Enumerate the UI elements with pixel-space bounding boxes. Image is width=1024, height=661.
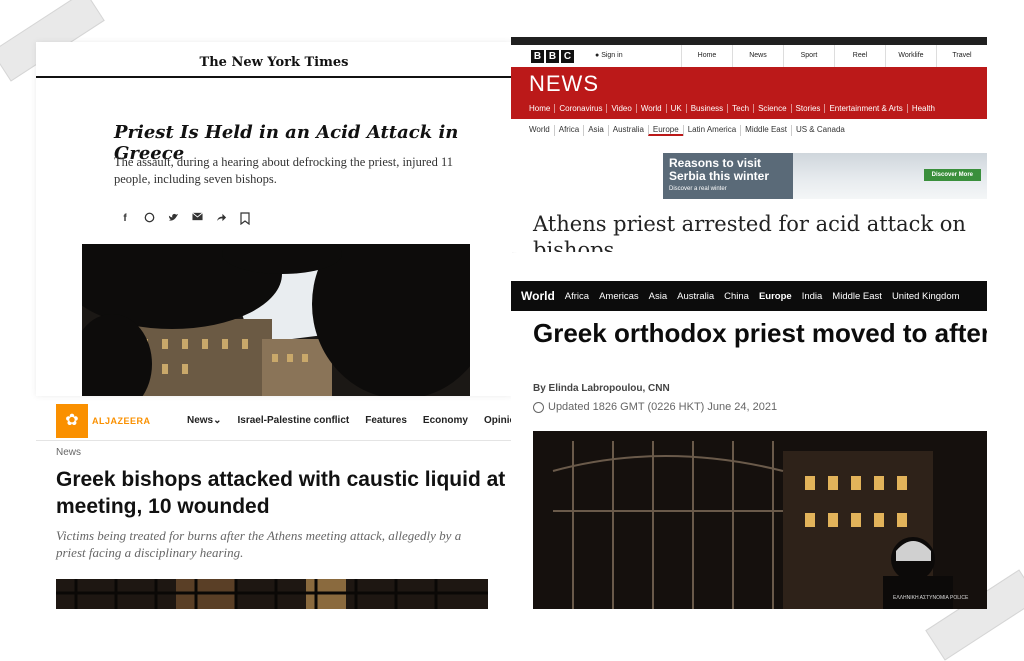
share-icon[interactable] <box>214 212 228 226</box>
bbc-region-item[interactable]: Middle East <box>740 125 791 136</box>
bbc-top-nav-item[interactable]: Worklife <box>885 45 936 67</box>
cnn-nav-item[interactable]: Middle East <box>832 291 882 302</box>
bbc-sign-in-label: Sign in <box>601 52 623 59</box>
aljazeera-nav-item[interactable]: Features <box>365 415 407 426</box>
bbc-logo-block: C <box>561 50 574 63</box>
bbc-top-nav-item[interactable]: Travel <box>936 45 987 67</box>
advert-title: Reasons to visit Serbia this winter <box>669 156 770 183</box>
cnn-section-nav: World Africa Americas Asia Australia Chi… <box>511 281 987 311</box>
bbc-top-nav-item[interactable]: Home <box>681 45 732 67</box>
advert-subtitle: Discover a real winter <box>669 186 727 192</box>
nyt-share-bar: f <box>118 212 252 226</box>
cnn-article-panel: World Africa Americas Asia Australia Chi… <box>511 253 987 609</box>
aljazeera-article-photo <box>56 579 488 609</box>
bbc-nav-item[interactable]: UK <box>665 104 686 113</box>
divider <box>36 440 512 441</box>
cnn-updated-timestamp: Updated 1826 GMT (0226 HKT) June 24, 202… <box>533 401 777 413</box>
cnn-nav-item-active[interactable]: Europe <box>759 291 792 302</box>
user-icon: ● <box>595 52 600 59</box>
bbc-nav-item[interactable]: Home <box>529 104 554 113</box>
aljazeera-summary: Victims being treated for burns after th… <box>56 528 462 560</box>
cnn-nav-item[interactable]: United Kingdom <box>892 291 960 302</box>
bbc-top-nav: Home News Sport Reel Worklife Travel <box>681 45 987 67</box>
bbc-nav-item[interactable]: Science <box>753 104 790 113</box>
bbc-sign-in[interactable]: ● Sign in <box>595 52 623 59</box>
cnn-nav-world[interactable]: World <box>521 289 555 303</box>
nyt-article-panel: The New York Times Priest Is Held in an … <box>36 42 512 396</box>
bbc-region-item[interactable]: World <box>529 125 554 136</box>
cnn-article-photo: ΕΛΛΗΝΙΚΗ ΑΣΤΥΝΟΜΙΑ POLICE <box>533 431 987 609</box>
bbc-news-banner: NEWS Home Coronavirus Video World UK Bus… <box>511 67 987 119</box>
bbc-article-panel: B B C ● Sign in Home News Sport Reel Wor… <box>511 37 987 252</box>
aljazeera-nav: News⌄ Israel-Palestine conflict Features… <box>187 415 512 426</box>
email-icon[interactable] <box>190 212 204 226</box>
police-vest-label: ΕΛΛΗΝΙΚΗ ΑΣΤΥΝΟΜΙΑ POLICE <box>893 595 969 601</box>
bbc-nav-item[interactable]: Entertainment & Arts <box>824 104 906 113</box>
bbc-nav-item[interactable]: Health <box>906 104 939 113</box>
aljazeera-nav-item[interactable]: Israel-Palestine conflict <box>238 415 350 426</box>
cnn-nav-item[interactable]: Asia <box>649 291 667 302</box>
facebook-icon[interactable]: f <box>118 212 132 226</box>
bbc-top-strip <box>511 37 987 45</box>
bbc-region-item-active[interactable]: Europe <box>647 125 683 136</box>
aljazeera-brand[interactable]: ALJAZEERA <box>92 416 151 426</box>
bbc-region-nav: World Africa Asia Australia Europe Latin… <box>529 125 849 136</box>
bbc-top-nav-item[interactable]: Sport <box>783 45 834 67</box>
aljazeera-nav-item[interactable]: Economy <box>423 415 468 426</box>
chevron-down-icon: ⌄ <box>213 415 222 426</box>
bbc-nav-item[interactable]: Coronavirus <box>554 104 606 113</box>
aljazeera-logo-icon[interactable]: ✿ <box>56 404 88 438</box>
bbc-nav-item[interactable]: World <box>635 104 666 113</box>
cnn-nav-item[interactable]: India <box>802 291 823 302</box>
aljazeera-article-panel: ✿ ALJAZEERA News⌄ Israel-Palestine confl… <box>36 402 512 645</box>
cnn-byline[interactable]: By Elinda Labropoulou, CNN <box>533 383 670 394</box>
bbc-header-bar: B B C ● Sign in Home News Sport Reel Wor… <box>511 45 987 68</box>
bbc-logo-block: B <box>546 50 559 63</box>
bbc-nav-item[interactable]: Tech <box>727 104 753 113</box>
bbc-logo-block: B <box>531 50 544 63</box>
bbc-news-brand[interactable]: NEWS <box>529 71 599 97</box>
bbc-headline: Athens priest arrested for acid attack o… <box>533 212 966 252</box>
whatsapp-icon[interactable] <box>142 212 156 226</box>
bbc-logo[interactable]: B B C <box>531 50 574 63</box>
bbc-advert-banner[interactable]: Reasons to visit Serbia this winter Disc… <box>663 153 987 199</box>
cnn-nav-item[interactable]: Americas <box>599 291 639 302</box>
bbc-region-item[interactable]: US & Canada <box>790 125 849 136</box>
advert-discover-button[interactable]: Discover More <box>923 169 981 181</box>
cnn-updated-text: Updated 1826 GMT (0226 HKT) June 24, 202… <box>548 401 778 413</box>
bbc-nav-item[interactable]: Stories <box>790 104 825 113</box>
aljazeera-kicker[interactable]: News <box>56 447 81 458</box>
bbc-region-item[interactable]: Africa <box>553 125 583 136</box>
bbc-region-item[interactable]: Asia <box>583 125 608 136</box>
cnn-headline: Greek orthodox priest moved to after att… <box>533 318 987 348</box>
bbc-section-nav: Home Coronavirus Video World UK Business… <box>529 104 939 113</box>
twitter-icon[interactable] <box>166 212 180 226</box>
aljazeera-nav-item[interactable]: Opinion <box>484 415 512 426</box>
bbc-region-item[interactable]: Latin America <box>682 125 740 136</box>
aljazeera-headline: Greek bishops attacked with caustic liqu… <box>56 468 506 518</box>
clock-icon <box>533 401 544 413</box>
aljazeera-nav-news[interactable]: News⌄ <box>187 415 222 426</box>
nyt-masthead[interactable]: The New York Times <box>36 52 512 78</box>
bookmark-icon[interactable] <box>238 212 252 226</box>
bbc-region-item[interactable]: Australia <box>607 125 648 136</box>
bbc-nav-item[interactable]: Video <box>606 104 635 113</box>
nyt-summary: The assault, during a hearing about defr… <box>114 155 454 186</box>
nyt-article-photo <box>82 244 470 396</box>
bbc-nav-item[interactable]: Business <box>685 104 727 113</box>
cnn-nav-item[interactable]: Australia <box>677 291 714 302</box>
cnn-nav-item[interactable]: Africa <box>565 291 589 302</box>
bbc-top-nav-item[interactable]: News <box>732 45 783 67</box>
cnn-nav-item[interactable]: China <box>724 291 749 302</box>
bbc-top-nav-item[interactable]: Reel <box>834 45 885 67</box>
aljazeera-nav-label: News <box>187 415 214 426</box>
